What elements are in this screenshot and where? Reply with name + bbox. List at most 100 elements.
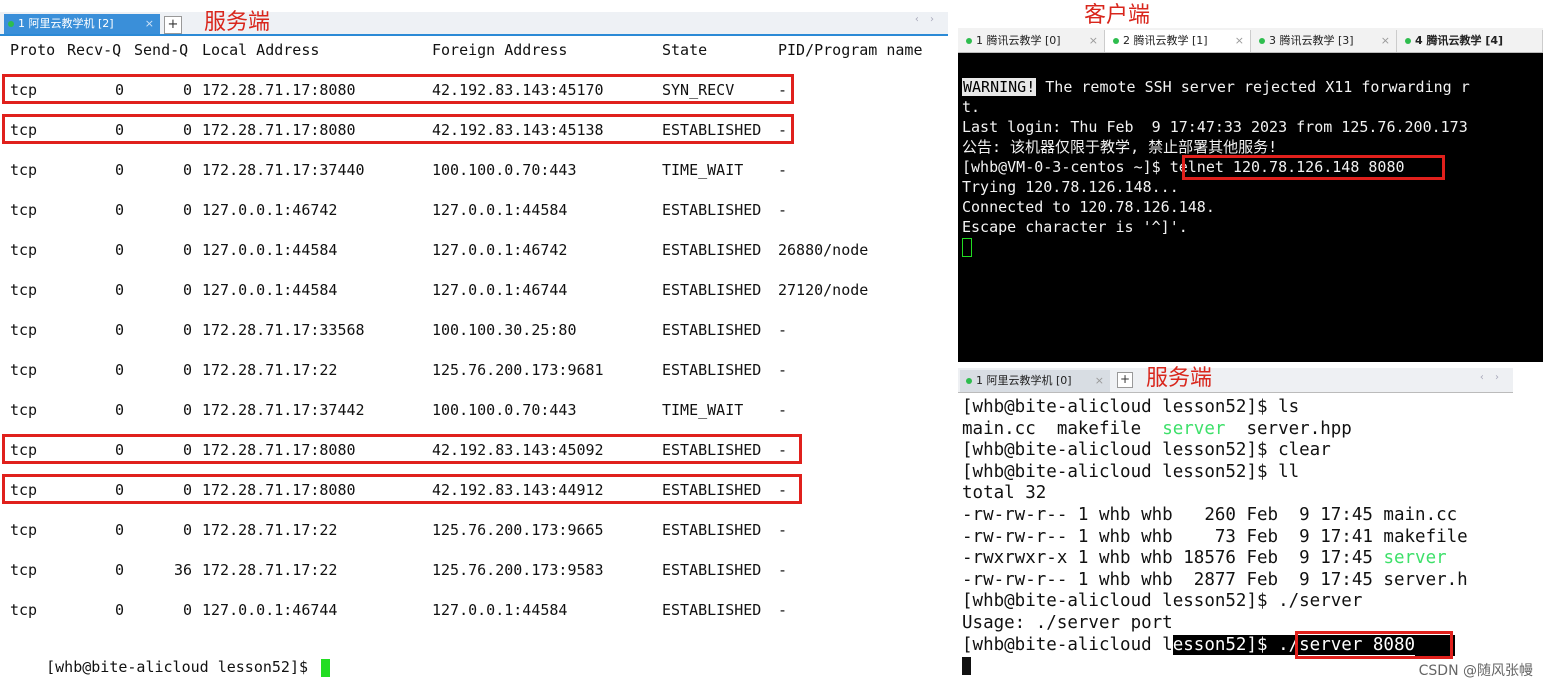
tab-aliyun-0[interactable]: 1 阿里云教学机 [0] × [960, 370, 1110, 392]
cell-sendq: 0 [182, 361, 192, 379]
cell-local: 172.28.71.17:22 [202, 561, 338, 579]
server-tab-bar: 1 阿里云教学机 [0] × ‹ › [958, 368, 1513, 393]
cell-pid: - [778, 601, 788, 619]
terminal-line: The remote SSH server rejected X11 forwa… [1036, 78, 1470, 96]
cell-pid: - [778, 361, 788, 379]
terminal-cursor [962, 657, 971, 676]
cell-state: TIME_WAIT [662, 161, 744, 179]
cell-local: 172.28.71.17:22 [202, 521, 338, 539]
close-icon[interactable]: × [1381, 30, 1390, 52]
cell-pid: - [778, 201, 788, 219]
cell-foreign: 127.0.0.1:46744 [432, 281, 568, 299]
cursor-line [962, 237, 972, 257]
executable-name: server [1162, 418, 1226, 439]
cell-pid: - [778, 161, 788, 179]
header-state: State [662, 41, 708, 59]
cell-sendq: 0 [182, 401, 192, 419]
tab-label: 1 阿里云教学机 [2] [18, 17, 114, 30]
cell-local: 127.0.0.1:46742 [202, 201, 338, 219]
cell-state: ESTABLISHED [662, 241, 762, 259]
cell-local: 127.0.0.1:44584 [202, 241, 338, 259]
tab-label: 2 腾讯云教学 [1] [1123, 34, 1208, 47]
tab-tencent-4[interactable]: 4 腾讯云教学 [4] [1397, 30, 1543, 52]
file-entry: -rwxrwxr-x 1 whb whb 18576 Feb 9 17:45 [962, 548, 1384, 569]
terminal-line: [whb@bite-alicloud lesson52]$ ls [962, 397, 1300, 417]
header-sendq: Send-Q [134, 41, 189, 59]
add-tab-button[interactable]: + [1117, 372, 1133, 388]
cell-pid: 27120/node [778, 281, 869, 299]
file-list: server.hpp [1225, 418, 1352, 439]
client-terminal[interactable]: WARNING! The remote SSH server rejected … [958, 53, 1543, 362]
terminal-line: Last login: Thu Feb 9 17:47:33 2023 from… [962, 118, 1468, 136]
terminal-line: [whb@bite-alicloud lesson52]$ ll [962, 461, 1300, 482]
terminal-line: [whb@bite-alicloud lesson52]$ ./server [962, 591, 1363, 612]
csdn-watermark: CSDN @随风张幔 [1418, 663, 1533, 679]
warning-badge: WARNING! [962, 78, 1037, 96]
highlight-box [2, 474, 802, 504]
terminal-line: [whb@bite-alicloud lesson52]$ clear [962, 440, 1331, 461]
tab-scroll-arrows[interactable]: ‹ › [1480, 372, 1503, 383]
status-dot-icon [1405, 38, 1411, 44]
highlight-box [1295, 631, 1453, 659]
header-local-address: Local Address [202, 41, 320, 59]
cell-local: 172.28.71.17:22 [202, 361, 338, 379]
tab-label: 1 阿里云教学机 [0] [976, 374, 1072, 387]
executable-name: server [1383, 548, 1447, 569]
server-prompt: [whb@bite-alicloud l [962, 634, 1173, 655]
cell-sendq: 0 [182, 241, 192, 259]
cell-state: ESTABLISHED [662, 561, 762, 579]
tab-aliyun-2[interactable]: 1 阿里云教学机 [2] × [4, 14, 160, 34]
close-icon[interactable]: × [145, 14, 154, 34]
cell-local: 172.28.71.17:37442 [202, 401, 365, 419]
cell-pid: - [778, 561, 788, 579]
netstat-header: Proto Recv-Q Send-Q Local Address Foreig… [10, 40, 923, 60]
close-icon[interactable]: × [1235, 30, 1244, 52]
header-recvq: Recv-Q [67, 41, 122, 59]
terminal-cursor [962, 238, 972, 257]
tab-tencent-1[interactable]: 1 腾讯云教学 [0] × [958, 30, 1105, 52]
highlight-box [2, 434, 802, 464]
cell-foreign: 100.100.0.70:443 [432, 401, 577, 419]
cell-state: ESTABLISHED [662, 361, 762, 379]
terminal-cursor [321, 658, 331, 677]
terminal-line: -rw-rw-r-- 1 whb whb 2877 Feb 9 17:45 se… [962, 569, 1468, 590]
terminal-line: Usage: ./server port [962, 613, 1173, 633]
status-dot-icon [1113, 38, 1119, 44]
cell-state: ESTABLISHED [662, 321, 762, 339]
file-list: main.cc makefile [962, 418, 1163, 439]
left-shell-prompt[interactable]: [whb@bite-alicloud lesson52]$ [10, 640, 331, 695]
status-dot-icon [966, 38, 972, 44]
tab-label: 1 腾讯云教学 [0] [976, 34, 1061, 47]
tab-tencent-3[interactable]: 3 腾讯云教学 [3] × [1251, 30, 1397, 52]
cell-pid: - [778, 321, 788, 339]
cell-sendq: 0 [182, 601, 192, 619]
highlight-box [1182, 155, 1445, 180]
tab-tencent-2[interactable]: 2 腾讯云教学 [1] × [1105, 30, 1251, 52]
cell-pid: 26880/node [778, 241, 869, 259]
tab-label: 4 腾讯云教学 [4] [1415, 34, 1504, 47]
close-icon[interactable]: × [1095, 370, 1104, 392]
cell-foreign: 125.76.200.173:9665 [432, 521, 604, 539]
tab-label: 3 腾讯云教学 [3] [1269, 34, 1354, 47]
highlight-box [2, 74, 794, 104]
close-icon[interactable]: × [1089, 30, 1098, 52]
prompt-text: [whb@bite-alicloud lesson52]$ [46, 658, 318, 676]
add-tab-button[interactable]: + [164, 16, 182, 34]
cell-local: 127.0.0.1:46744 [202, 601, 338, 619]
cell-state: ESTABLISHED [662, 281, 762, 299]
terminal-line: t. [962, 98, 981, 116]
cell-state: ESTABLISHED [662, 521, 762, 539]
cell-local: 127.0.0.1:44584 [202, 281, 338, 299]
cell-sendq: 0 [182, 281, 192, 299]
server-annotation-right: 服务端 [1146, 366, 1213, 391]
server-terminal[interactable]: [whb@bite-alicloud lesson52]$ ls main.cc… [958, 393, 1513, 683]
tab-scroll-arrows[interactable]: ‹ › [915, 14, 938, 25]
terminal-line: total 32 [962, 483, 1047, 504]
cell-sendq: 0 [182, 521, 192, 539]
cell-foreign: 125.76.200.173:9681 [432, 361, 604, 379]
cell-state: ESTABLISHED [662, 201, 762, 219]
terminal-line: main.cc makefile server server.hpp [962, 419, 1352, 441]
cell-foreign: 127.0.0.1:44584 [432, 201, 568, 219]
cell-sendq: 0 [182, 161, 192, 179]
cell-foreign: 127.0.0.1:44584 [432, 601, 568, 619]
